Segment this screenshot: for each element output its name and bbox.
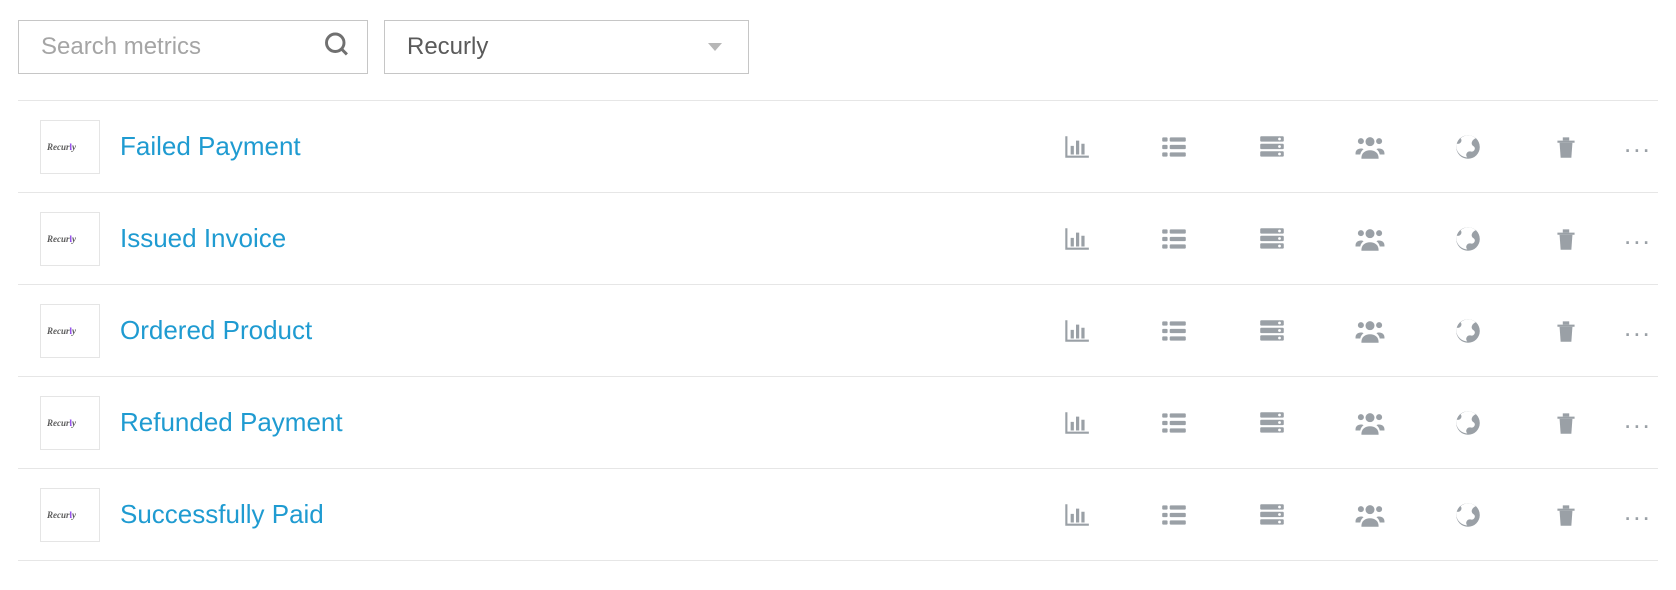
server-icon[interactable]	[1254, 313, 1290, 349]
more-icon[interactable]: ...	[1624, 498, 1646, 532]
trash-icon[interactable]	[1548, 405, 1584, 441]
chevron-down-icon	[708, 43, 722, 51]
metric-row: Ordered Product...	[18, 285, 1658, 377]
users-icon[interactable]	[1352, 129, 1388, 165]
trash-icon[interactable]	[1548, 497, 1584, 533]
metric-name-link[interactable]: Successfully Paid	[120, 499, 1038, 530]
trash-icon[interactable]	[1548, 129, 1584, 165]
chart-icon[interactable]	[1058, 129, 1094, 165]
brand-chip	[40, 120, 100, 174]
search-input[interactable]	[19, 21, 367, 73]
row-actions: ...	[1058, 221, 1648, 257]
users-icon[interactable]	[1352, 221, 1388, 257]
metric-row: Issued Invoice...	[18, 193, 1658, 285]
server-icon[interactable]	[1254, 405, 1290, 441]
more-icon[interactable]: ...	[1624, 314, 1646, 348]
trash-icon[interactable]	[1548, 313, 1584, 349]
more-icon[interactable]: ...	[1624, 406, 1646, 440]
globe-icon[interactable]	[1450, 129, 1486, 165]
server-icon[interactable]	[1254, 129, 1290, 165]
list-icon[interactable]	[1156, 221, 1192, 257]
globe-icon[interactable]	[1450, 497, 1486, 533]
brand-chip	[40, 396, 100, 450]
metric-row: Successfully Paid...	[18, 469, 1658, 561]
list-icon[interactable]	[1156, 405, 1192, 441]
users-icon[interactable]	[1352, 313, 1388, 349]
server-icon[interactable]	[1254, 497, 1290, 533]
row-actions: ...	[1058, 313, 1648, 349]
more-icon[interactable]: ...	[1624, 130, 1646, 164]
server-icon[interactable]	[1254, 221, 1290, 257]
search-metrics[interactable]	[18, 20, 368, 74]
row-actions: ...	[1058, 405, 1648, 441]
row-actions: ...	[1058, 497, 1648, 533]
globe-icon[interactable]	[1450, 405, 1486, 441]
users-icon[interactable]	[1352, 497, 1388, 533]
globe-icon[interactable]	[1450, 221, 1486, 257]
list-icon[interactable]	[1156, 497, 1192, 533]
list-icon[interactable]	[1156, 313, 1192, 349]
users-icon[interactable]	[1352, 405, 1388, 441]
list-icon[interactable]	[1156, 129, 1192, 165]
metric-name-link[interactable]: Refunded Payment	[120, 407, 1038, 438]
brand-chip	[40, 304, 100, 358]
chart-icon[interactable]	[1058, 221, 1094, 257]
source-filter-select[interactable]: Recurly	[384, 20, 749, 74]
source-filter-value: Recurly	[407, 33, 488, 61]
metric-name-link[interactable]: Ordered Product	[120, 315, 1038, 346]
trash-icon[interactable]	[1548, 221, 1584, 257]
brand-chip	[40, 488, 100, 542]
row-actions: ...	[1058, 129, 1648, 165]
metric-row: Failed Payment...	[18, 101, 1658, 193]
metrics-list: Failed Payment...Issued Invoice...Ordere…	[18, 100, 1658, 561]
more-icon[interactable]: ...	[1624, 222, 1646, 256]
brand-chip	[40, 212, 100, 266]
search-icon	[323, 31, 351, 64]
chart-icon[interactable]	[1058, 405, 1094, 441]
metric-name-link[interactable]: Failed Payment	[120, 131, 1038, 162]
toolbar: Recurly	[18, 20, 1658, 100]
metric-name-link[interactable]: Issued Invoice	[120, 223, 1038, 254]
metric-row: Refunded Payment...	[18, 377, 1658, 469]
chart-icon[interactable]	[1058, 313, 1094, 349]
globe-icon[interactable]	[1450, 313, 1486, 349]
chart-icon[interactable]	[1058, 497, 1094, 533]
